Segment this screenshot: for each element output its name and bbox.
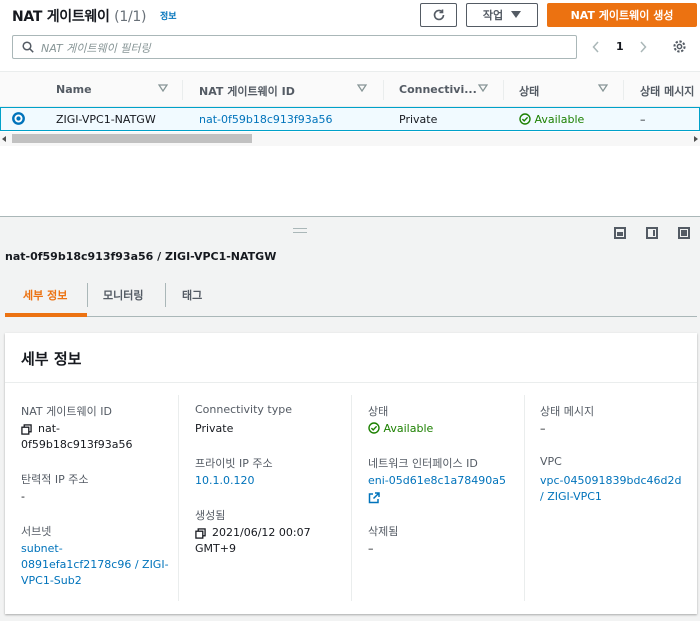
copy-icon[interactable] (21, 424, 32, 435)
sort-icon[interactable] (598, 84, 608, 92)
page-title: NAT 게이트웨이 (1/1) (12, 6, 146, 26)
row-state: Available (519, 113, 584, 126)
check-circle-icon (519, 113, 531, 125)
tab-tags[interactable]: 태그 (182, 287, 202, 303)
row-message: – (640, 113, 646, 126)
detail-title: nat-0f59b18c913f93a56 / ZIGI-VPC1-NATGW (5, 250, 277, 263)
chevron-left-icon[interactable] (592, 41, 600, 53)
vpc-link-2[interactable]: / ZIGI-VPC1 (540, 489, 602, 505)
column-header-id[interactable]: NAT 게이트웨이 ID (199, 83, 295, 99)
info-link[interactable]: 정보 (160, 9, 177, 22)
tab-details[interactable]: 세부 정보 (23, 287, 67, 303)
state-message-value: – (540, 422, 546, 435)
column-header-name[interactable]: Name (56, 83, 92, 96)
actions-button[interactable]: 작업 (466, 3, 538, 27)
row-name: ZIGI-VPC1-NATGW (56, 113, 156, 126)
vpc-link-1[interactable]: vpc-045091839bdc46d2d (540, 473, 681, 489)
state-value-text: Available (383, 422, 434, 435)
created-value-2: GMT+9 (195, 542, 236, 555)
search-icon (22, 41, 34, 53)
created-label: 생성됨 (195, 509, 226, 522)
connectivity-value: Private (195, 422, 234, 435)
sort-icon[interactable] (158, 84, 168, 92)
scroll-left-icon[interactable] (2, 136, 7, 142)
split-divider (0, 216, 700, 217)
state-message-label: 상태 메시지 (540, 405, 595, 418)
detail-tabs: 세부 정보 모니터링 태그 (5, 275, 697, 317)
subnet-link-1[interactable]: subnet- (21, 541, 63, 557)
eip-value: - (21, 490, 25, 503)
deleted-value: – (368, 542, 374, 555)
details-card: 세부 정보 NAT 게이트웨이 ID nat- 0f59b18c913f93a5… (5, 333, 697, 614)
created-value-1: 2021/06/12 00:07 (212, 526, 311, 539)
eip-label: 탄력적 IP 주소 (21, 473, 89, 486)
column-divider (524, 395, 525, 601)
column-divider (178, 395, 179, 601)
list-panel: NAT 게이트웨이 (1/1) 정보 작업 NAT 게이트웨이 생성 NAT 게… (0, 0, 700, 216)
private-ip-value[interactable]: 10.1.0.120 (195, 473, 254, 489)
refresh-button[interactable] (420, 3, 457, 27)
panel-full-icon[interactable] (678, 227, 690, 239)
column-separator (623, 80, 624, 100)
caret-down-icon (511, 11, 522, 18)
column-header-connectivity[interactable]: Connectivi... (399, 83, 477, 96)
selection-count: (1/1) (114, 9, 147, 25)
subnet-link-2[interactable]: 0891efa1cf2178c96 / ZIGI- (21, 557, 169, 573)
row-nat-id-link[interactable]: nat-0f59b18c913f93a56 (199, 113, 333, 126)
tab-separator (87, 283, 88, 307)
actions-label: 작업 (482, 9, 504, 22)
radio-icon[interactable] (12, 112, 25, 125)
table-header: Name NAT 게이트웨이 ID Connectivi... 상태 상태 메시… (0, 71, 700, 107)
tab-monitoring[interactable]: 모니터링 (103, 287, 143, 303)
connectivity-label: Connectivity type (195, 403, 292, 416)
check-circle-icon (368, 422, 380, 434)
subnet-label: 서브넷 (21, 525, 52, 538)
active-tab-indicator (5, 313, 87, 317)
card-title: 세부 정보 (21, 350, 82, 368)
copy-icon[interactable] (195, 528, 206, 539)
eni-link[interactable]: eni-05d61e8c1a78490a5 (368, 473, 506, 489)
search-placeholder: NAT 게이트웨이 필터링 (41, 42, 151, 55)
sort-icon[interactable] (357, 84, 367, 92)
scroll-right-icon[interactable] (693, 136, 698, 142)
refresh-icon (433, 9, 444, 21)
card-divider (5, 382, 697, 383)
sort-icon[interactable] (478, 84, 488, 92)
column-divider (351, 395, 352, 601)
column-header-message[interactable]: 상태 메시지 (640, 83, 694, 99)
column-header-state[interactable]: 상태 (519, 83, 539, 99)
tab-separator (165, 283, 166, 307)
deleted-label: 삭제됨 (368, 525, 399, 538)
horizontal-scrollbar[interactable] (0, 132, 700, 146)
state-value: Available (368, 421, 433, 437)
column-separator (383, 80, 384, 100)
resize-handle[interactable] (293, 228, 307, 233)
search-input[interactable]: NAT 게이트웨이 필터링 (12, 35, 577, 59)
page-title-text: NAT 게이트웨이 (12, 9, 110, 25)
scrollbar-thumb[interactable] (12, 134, 252, 143)
page-number[interactable]: 1 (616, 40, 624, 53)
create-nat-gateway-button[interactable]: NAT 게이트웨이 생성 (547, 3, 697, 27)
vpc-label: VPC (540, 455, 562, 468)
nat-id-value-2: 0f59b18c913f93a56 (21, 438, 133, 451)
panel-side-icon[interactable] (646, 227, 658, 239)
table-row[interactable]: ZIGI-VPC1-NATGW nat-0f59b18c913f93a56 Pr… (0, 107, 700, 131)
column-separator (503, 80, 504, 100)
column-separator (182, 80, 183, 100)
eni-label: 네트워크 인터페이스 ID (368, 457, 478, 470)
row-state-text: Available (534, 113, 585, 126)
row-connectivity: Private (399, 113, 438, 126)
chevron-right-icon[interactable] (639, 41, 647, 53)
nat-id-label: NAT 게이트웨이 ID (21, 405, 112, 418)
private-ip-label: 프라이빗 IP 주소 (195, 457, 273, 470)
subnet-link-3[interactable]: VPC1-Sub2 (21, 573, 82, 589)
panel-bottom-icon[interactable] (614, 227, 626, 239)
external-link-icon[interactable] (368, 492, 380, 504)
nat-id-value-1: nat- (38, 422, 60, 435)
gear-icon[interactable] (672, 39, 687, 54)
state-label: 상태 (368, 405, 389, 418)
